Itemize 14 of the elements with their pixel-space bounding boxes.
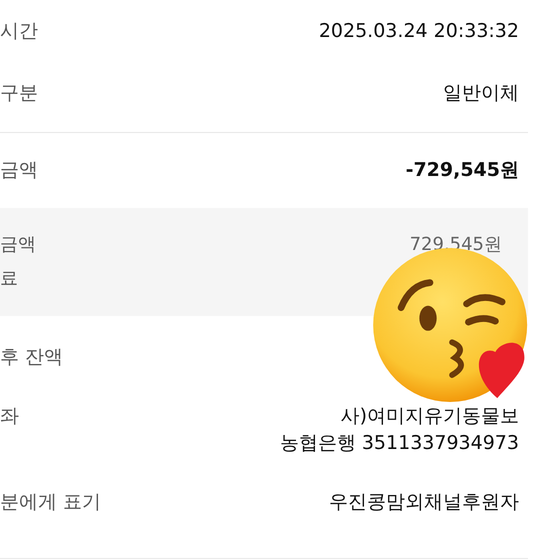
amount-value: -729,545원: [406, 161, 519, 180]
row-label: 후 잔액: [0, 348, 64, 367]
row-value: 일반이체: [443, 84, 519, 102]
row-value: 사)여미지유기동물보: [340, 407, 519, 426]
row-value: 농협은행 3511337934973: [280, 434, 519, 453]
row-label: 시간: [0, 22, 38, 40]
row-label: 금액: [0, 161, 38, 180]
row-label: 구분: [0, 84, 38, 102]
row-label: 좌: [0, 407, 19, 426]
breakdown-label: 료: [0, 270, 18, 288]
row-label: 분에게 표기: [0, 493, 102, 512]
row-value: 우진콩맘외채널후원자: [329, 493, 519, 512]
breakdown-label: 금액: [0, 236, 36, 254]
row-value: 2025.03.24 20:33:32: [318, 22, 519, 40]
